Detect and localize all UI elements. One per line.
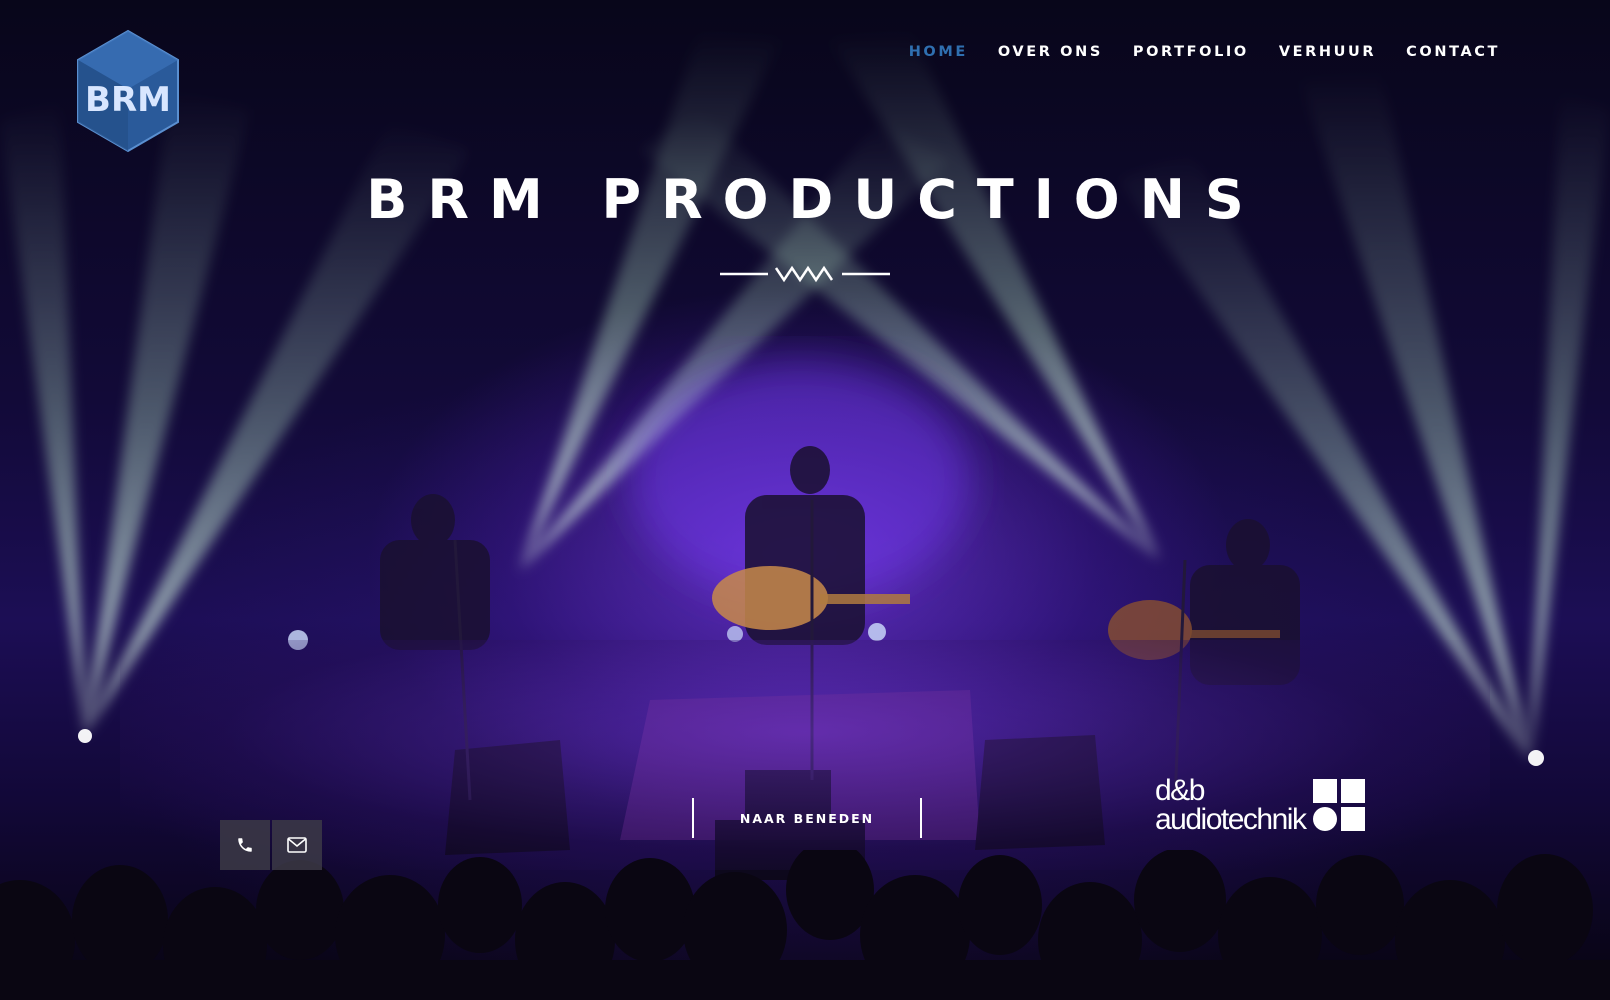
scroll-down-label: NAAR BENEDEN (739, 810, 875, 826)
brm-logo-icon[interactable]: BRM (74, 29, 182, 153)
sponsor-line-1: d&b (1155, 774, 1205, 807)
nav-home[interactable]: HOME (909, 44, 968, 60)
nav-verhuur[interactable]: VERHUUR (1279, 44, 1376, 60)
main-navigation: HOME OVER ONS PORTFOLIO VERHUUR CONTACT (879, 44, 1500, 60)
envelope-icon (287, 837, 307, 853)
sponsor-line-2: audiotechnik (1155, 803, 1307, 836)
page-title: BRM PRODUCTIONS (366, 168, 1264, 231)
phone-icon (238, 838, 252, 852)
nav-contact[interactable]: CONTACT (1406, 44, 1500, 60)
phone-button[interactable] (220, 820, 270, 870)
db-squares-logo-icon (1313, 779, 1366, 831)
scroll-down-button[interactable]: NAAR BENEDEN (692, 798, 922, 838)
nav-portfolio[interactable]: PORTFOLIO (1133, 44, 1249, 60)
email-button[interactable] (272, 820, 322, 870)
db-audiotechnik-logo[interactable]: d&b audiotechnik (1155, 774, 1366, 836)
nav-over-ons[interactable]: OVER ONS (998, 44, 1103, 60)
zigzag-divider-icon (720, 265, 890, 283)
audience-silhouettes (0, 850, 1610, 1000)
logo-text: BRM (85, 80, 171, 120)
